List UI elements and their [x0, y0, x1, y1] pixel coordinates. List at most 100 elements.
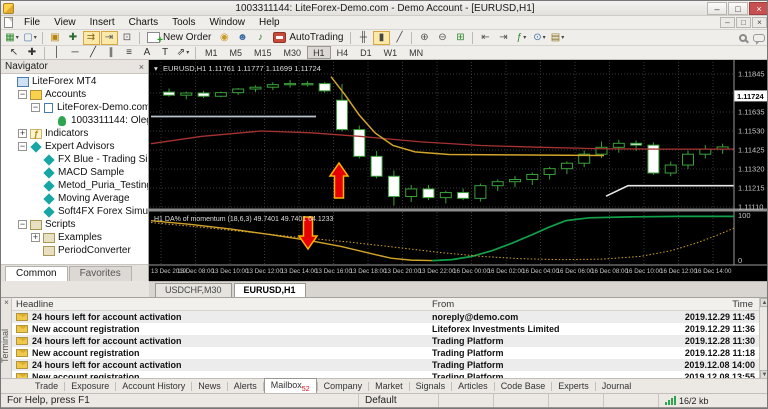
trendline-tool[interactable]: ╱: [85, 46, 102, 60]
profiles-button[interactable]: ▢▾: [22, 31, 39, 45]
expand-toggle[interactable]: +: [18, 129, 27, 138]
terminal-tab-experts[interactable]: Experts: [552, 380, 595, 392]
timeframe-w1[interactable]: W1: [378, 46, 404, 59]
restore-button[interactable]: □: [728, 2, 748, 15]
menu-insert[interactable]: Insert: [83, 16, 122, 30]
navigator-close-icon[interactable]: ×: [139, 62, 144, 72]
tree-item-1003311144-oleg-tkachenko-n[interactable]: 1003311144: Oleg Tkachenko-N: [1, 114, 148, 127]
zoom-out-button[interactable]: ⊖: [434, 31, 451, 45]
timeframe-h4[interactable]: H4: [331, 46, 355, 59]
column-headline[interactable]: Headline: [16, 299, 54, 310]
step-back-button[interactable]: ⇤: [477, 31, 494, 45]
terminal-tab-journal[interactable]: Journal: [596, 380, 638, 392]
mail-row[interactable]: New account registrationTrading Platform…: [12, 347, 759, 359]
menu-tools[interactable]: Tools: [165, 16, 202, 30]
close-button[interactable]: ×: [749, 2, 768, 15]
timeframe-m30[interactable]: M30: [278, 46, 308, 59]
timeframe-m15[interactable]: M15: [248, 46, 278, 59]
one-click-trading-toggle[interactable]: ▾: [154, 64, 158, 73]
mail-row[interactable]: 24 hours left for account activationnore…: [12, 311, 759, 323]
zoom-in-button[interactable]: ⊕: [416, 31, 433, 45]
tree-item-scripts[interactable]: −Scripts: [1, 218, 148, 231]
expand-toggle[interactable]: −: [18, 220, 27, 229]
autoscroll-button[interactable]: ⇉: [83, 31, 100, 45]
tree-item-moving-average[interactable]: Moving Average: [1, 192, 148, 205]
tree-item-periodconverter[interactable]: PeriodConverter: [1, 244, 148, 257]
timeframe-mn[interactable]: MN: [403, 46, 429, 59]
terminal-tab-alerts[interactable]: Alerts: [228, 380, 263, 392]
status-profile[interactable]: Default: [359, 394, 439, 407]
indicators-list-button[interactable]: ƒ▾: [513, 31, 530, 45]
magnifier-window-button[interactable]: ⊡: [119, 31, 136, 45]
timeframe-d1[interactable]: D1: [354, 46, 378, 59]
periods-button[interactable]: ⊙▾: [531, 31, 548, 45]
new-order-button[interactable]: New Order: [143, 30, 215, 45]
tree-item-indicators[interactable]: +ƒIndicators: [1, 127, 148, 140]
bar-chart-button[interactable]: ╫: [355, 31, 372, 45]
expand-toggle[interactable]: −: [18, 142, 27, 151]
chart-canvas[interactable]: 1.118451.117401.116351.115301.114251.113…: [149, 60, 768, 281]
expand-toggle[interactable]: +: [31, 233, 40, 242]
terminal-side-label[interactable]: Terminal: [0, 316, 11, 376]
metaquotes-button[interactable]: ◉: [216, 31, 233, 45]
child-minimize-button[interactable]: –: [720, 17, 735, 28]
tree-item-accounts[interactable]: −Accounts: [1, 88, 148, 101]
mail-row[interactable]: 24 hours left for account activationTrad…: [12, 335, 759, 347]
terminal-tab-code-base[interactable]: Code Base: [495, 380, 552, 392]
mail-row[interactable]: 24 hours left for account activationTrad…: [12, 359, 759, 371]
terminal-tab-articles[interactable]: Articles: [452, 380, 494, 392]
tree-item-fx-blue-trading-simulator-v3[interactable]: FX Blue - Trading Simulator v3: [1, 153, 148, 166]
terminal-tab-exposure[interactable]: Exposure: [65, 380, 115, 392]
terminal-tab-news[interactable]: News: [192, 380, 227, 392]
chart-foreground-button[interactable]: ▣: [47, 31, 64, 45]
tree-item-metod-puria-testing-1[interactable]: Metod_Puria_Testing-1: [1, 179, 148, 192]
menu-view[interactable]: View: [47, 16, 83, 30]
tree-item-macd-sample[interactable]: MACD Sample: [1, 166, 148, 179]
chart-tab-eurusd-h1[interactable]: EURUSD,H1: [234, 283, 306, 297]
timeframe-h1[interactable]: H1: [307, 46, 331, 59]
timeframe-m1[interactable]: M1: [199, 46, 224, 59]
mail-row[interactable]: New account registrationLiteforex Invest…: [12, 323, 759, 335]
minimize-button[interactable]: –: [707, 2, 727, 15]
terminal-tab-mailbox[interactable]: Mailbox52: [264, 378, 317, 395]
new-chart-button[interactable]: ▦▾: [4, 31, 21, 45]
tile-windows-button[interactable]: ⊞: [452, 31, 469, 45]
channel-tool[interactable]: ∥: [103, 46, 120, 60]
chart-shift-button[interactable]: ⇥: [101, 31, 118, 45]
label-tool[interactable]: T: [157, 46, 174, 60]
expand-toggle[interactable]: −: [18, 90, 27, 99]
tree-item-examples[interactable]: +Examples: [1, 231, 148, 244]
crosshair-tool[interactable]: ✚: [24, 46, 41, 60]
line-chart-button[interactable]: ╱: [391, 31, 408, 45]
navigator-tab-common[interactable]: Common: [5, 266, 68, 281]
expand-toggle[interactable]: −: [31, 103, 40, 112]
terminal-tab-trade[interactable]: Trade: [29, 380, 64, 392]
column-from[interactable]: From: [432, 299, 454, 310]
timeframe-m5[interactable]: M5: [224, 46, 249, 59]
step-forward-button[interactable]: ⇥: [495, 31, 512, 45]
menu-window[interactable]: Window: [202, 16, 252, 30]
horizontal-line-tool[interactable]: ─: [67, 46, 84, 60]
terminal-tab-market[interactable]: Market: [369, 380, 409, 392]
terminal-tab-account-history[interactable]: Account History: [116, 380, 191, 392]
vertical-line-tool[interactable]: │: [49, 46, 66, 60]
terminal-tab-company[interactable]: Company: [318, 380, 369, 392]
cursor-tool[interactable]: ↖: [6, 46, 23, 60]
sounds-button[interactable]: ♪: [252, 31, 269, 45]
scroll-up-icon[interactable]: ▲: [760, 298, 768, 307]
templates-button[interactable]: ▤▾: [549, 31, 566, 45]
chat-icon[interactable]: [753, 34, 765, 42]
search-icon[interactable]: [739, 34, 747, 42]
chart-tab-usdchf-m30[interactable]: USDCHF,M30: [155, 283, 232, 297]
child-restore-button[interactable]: □: [736, 17, 751, 28]
community-button[interactable]: ☻: [234, 31, 251, 45]
fibonacci-tool[interactable]: ≡: [121, 46, 138, 60]
menu-file[interactable]: File: [17, 16, 47, 30]
tree-item-liteforex-demo-com[interactable]: −LiteForex-Demo.com: [1, 101, 148, 114]
terminal-close-icon[interactable]: ×: [2, 299, 11, 308]
crosshair-move-button[interactable]: ✚: [65, 31, 82, 45]
column-time[interactable]: Time: [732, 299, 753, 310]
text-tool[interactable]: A: [139, 46, 156, 60]
menu-help[interactable]: Help: [252, 16, 287, 30]
candlestick-button[interactable]: ▮: [373, 31, 390, 45]
